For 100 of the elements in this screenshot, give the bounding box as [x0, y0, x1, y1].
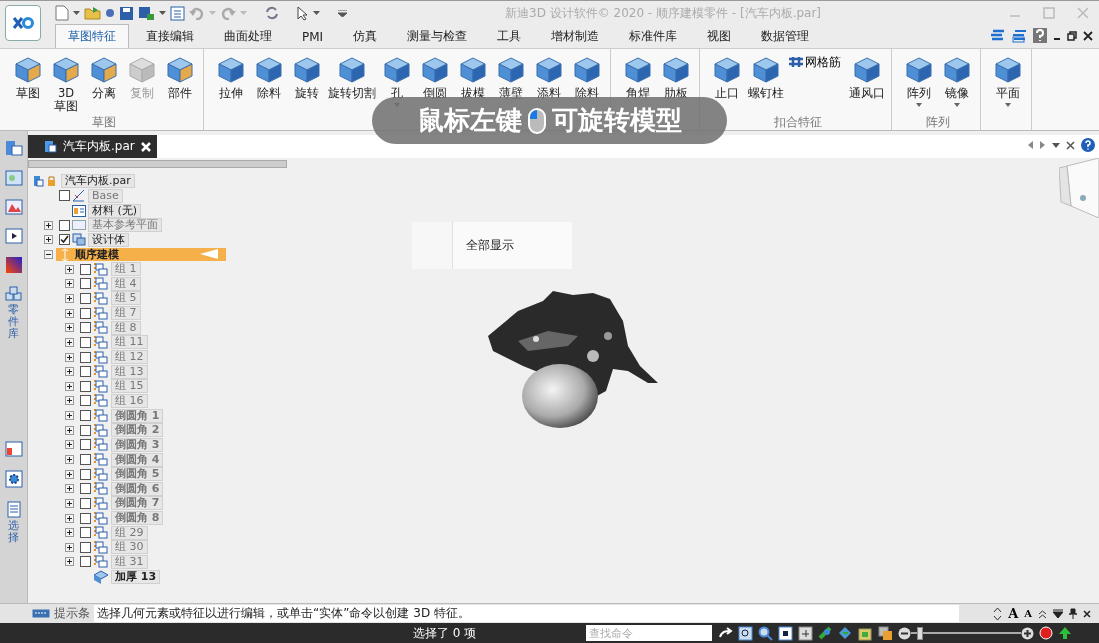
- splitter-handle[interactable]: [28, 160, 287, 168]
- up-arrow-icon[interactable]: [1058, 626, 1072, 640]
- ribbon-button[interactable]: 网格筋: [786, 52, 843, 72]
- group-icon: [93, 539, 109, 555]
- arrow-icon[interactable]: [719, 627, 733, 639]
- view-orient-icon[interactable]: [858, 625, 873, 641]
- caret-icon: [1005, 103, 1011, 107]
- caret-icon[interactable]: [1052, 142, 1060, 148]
- ribbon-tab[interactable]: 直接编辑: [133, 24, 207, 48]
- new-document-icon[interactable]: [55, 5, 69, 21]
- prompt-field: 选择几何元素或特征以进行编辑，或单击“实体”命令以创建 3D 特征。: [94, 605, 960, 622]
- group-icon: [93, 466, 109, 482]
- tree-item-label[interactable]: 材料 (无): [88, 203, 142, 218]
- ribbon-button[interactable]: 阵列: [900, 52, 938, 109]
- zoom-icon[interactable]: [758, 625, 773, 641]
- side-panel-tab[interactable]: 选择: [6, 501, 21, 545]
- ribbon-tab[interactable]: 数据管理: [748, 24, 823, 48]
- ribbon-tab[interactable]: 草图特征: [55, 24, 129, 48]
- command-search-field[interactable]: 查找命令: [586, 625, 712, 641]
- font-size-button[interactable]: A: [1024, 608, 1032, 619]
- pin-icon[interactable]: [1069, 608, 1077, 619]
- stacked-bars-icon[interactable]: [1011, 28, 1027, 43]
- ribbon-tab[interactable]: PMI: [289, 24, 337, 48]
- caret-icon[interactable]: [159, 10, 166, 16]
- dropdown-icon[interactable]: [1053, 609, 1063, 618]
- font-size-button[interactable]: A: [1008, 606, 1019, 621]
- ribbon-tab[interactable]: 仿真: [340, 24, 391, 48]
- ribbon-button[interactable]: 旋转切割: [326, 52, 378, 102]
- save-icon[interactable]: [119, 5, 134, 21]
- ribbon-tab[interactable]: 标准件库: [616, 24, 691, 48]
- ribbon-button[interactable]: 3D 草图: [47, 52, 85, 115]
- zoom-out-icon[interactable]: [898, 626, 911, 640]
- pan-icon[interactable]: [798, 625, 813, 641]
- help-icon[interactable]: [1033, 28, 1047, 43]
- ribbon-button[interactable]: 镜像: [938, 52, 976, 109]
- ribbon-button[interactable]: 分离: [85, 52, 123, 102]
- ribbon-button[interactable]: 除料: [250, 52, 288, 102]
- zoom-slider[interactable]: [911, 626, 1021, 640]
- restore-icon[interactable]: [1067, 30, 1077, 41]
- ribbon-tab[interactable]: 工具: [484, 24, 535, 48]
- close-icon[interactable]: [1083, 30, 1093, 41]
- group-icon: [93, 290, 109, 306]
- swap-icon[interactable]: [265, 6, 279, 20]
- spin-arrows-icon[interactable]: [993, 606, 1003, 621]
- sphere-icon[interactable]: [105, 8, 115, 18]
- tree-item-label[interactable]: 设计体: [88, 232, 129, 247]
- group-icon: [93, 305, 109, 321]
- caret-icon[interactable]: [73, 10, 80, 16]
- document-tab[interactable]: 汽车内板.par: [28, 135, 157, 158]
- stacked-bars-icon[interactable]: [989, 28, 1005, 43]
- ribbon-button[interactable]: 部件: [161, 52, 199, 102]
- ribbon-tab[interactable]: 增材制造: [538, 24, 613, 48]
- ribbon-button[interactable]: 平面: [989, 52, 1027, 109]
- report-icon[interactable]: [4, 441, 23, 458]
- ribbon-button[interactable]: 螺钉柱: [746, 52, 786, 102]
- spin-icon[interactable]: [838, 625, 853, 641]
- ribbon-button[interactable]: 旋转: [288, 52, 326, 102]
- app-logo-button[interactable]: [5, 5, 41, 41]
- group-icon: [93, 554, 109, 570]
- zoom-area-icon[interactable]: [738, 625, 753, 641]
- side-panel-tab[interactable]: 零件库: [4, 286, 23, 341]
- ribbon-group-label: 草图: [92, 115, 116, 129]
- expand-toggle[interactable]: [43, 235, 53, 245]
- slider-thumb[interactable]: [916, 626, 923, 640]
- customize-caret-icon[interactable]: [338, 9, 347, 17]
- ribbon-button[interactable]: 通风口: [847, 52, 887, 102]
- video-icon[interactable]: [4, 228, 23, 244]
- close-icon[interactable]: [1083, 609, 1091, 618]
- shading-icon[interactable]: [878, 625, 893, 641]
- close-icon[interactable]: [1066, 140, 1075, 150]
- open-folder-icon[interactable]: [84, 6, 101, 20]
- ribbon-button[interactable]: 拉伸: [212, 52, 250, 102]
- collapse-icon[interactable]: [1038, 608, 1047, 619]
- scroll-left-icon[interactable]: [1028, 141, 1034, 149]
- ribbon-tab[interactable]: 视图: [694, 24, 745, 48]
- rotate-icon[interactable]: [818, 625, 833, 641]
- ribbon-tab[interactable]: 曲面处理: [211, 24, 285, 48]
- tree-item-label[interactable]: 汽车内板.par: [61, 174, 135, 189]
- gear-icon[interactable]: [4, 470, 23, 489]
- pointer-icon[interactable]: [297, 5, 309, 21]
- palette-icon[interactable]: [4, 199, 23, 215]
- fit-view-icon[interactable]: [778, 625, 793, 641]
- menu-item[interactable]: 全部显示: [452, 222, 572, 254]
- scroll-right-icon[interactable]: [1040, 141, 1046, 149]
- ribbon-tab[interactable]: 测量与检查: [394, 24, 481, 48]
- ribbon-button[interactable]: 草图: [9, 52, 47, 102]
- help-icon[interactable]: [1081, 138, 1095, 152]
- overlay-text: 可旋转模型: [551, 104, 682, 137]
- caret-icon[interactable]: [313, 10, 320, 16]
- group-icon: [93, 422, 109, 438]
- gradient-icon[interactable]: [5, 257, 22, 273]
- record-icon[interactable]: [1039, 626, 1053, 640]
- save-as-icon[interactable]: [138, 5, 155, 21]
- group-icon: [93, 334, 109, 350]
- zoom-in-icon[interactable]: [1021, 626, 1034, 640]
- checkbox[interactable]: [58, 234, 70, 246]
- expand-toggle[interactable]: [43, 250, 53, 259]
- part-icon[interactable]: [4, 139, 23, 157]
- group-icon: [93, 495, 109, 511]
- tree-item-label[interactable]: 加厚 13: [111, 569, 161, 584]
